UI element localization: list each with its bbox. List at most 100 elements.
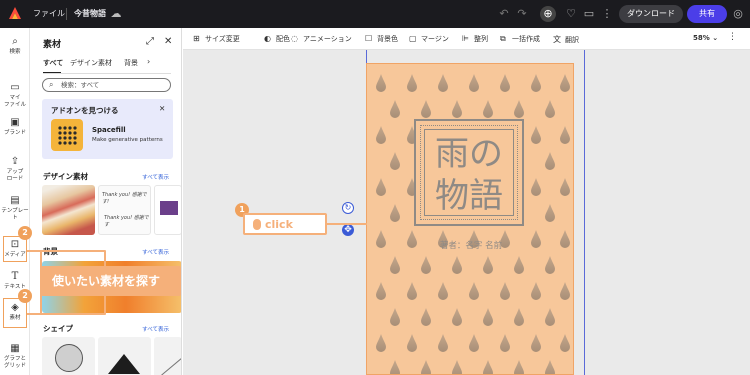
tabs-next-icon[interactable]: › (147, 57, 150, 66)
raindrop-icon (514, 100, 524, 118)
raindrop-icon (560, 282, 570, 300)
media-icon: ⊡ (10, 239, 20, 250)
document-page[interactable]: 雨の 物語 著者：名字 名前 (366, 63, 574, 375)
close-icon[interactable]: ✕ (164, 36, 172, 47)
design-thumb-2[interactable]: Thank you! 感謝です! Thank you! 感謝です (98, 185, 151, 235)
grid-icon: ▦ (10, 343, 20, 354)
raindrop-icon (469, 282, 479, 300)
raindrop-icon (438, 334, 448, 352)
adobe-express-logo-icon[interactable] (8, 6, 22, 20)
addon-close-icon[interactable]: ✕ (159, 104, 165, 113)
toolbar-animation[interactable]: ◌ アニメーション (291, 34, 352, 44)
author-line[interactable]: 著者：名字 名前 (367, 239, 573, 251)
shape-thumb-triangle[interactable] (98, 337, 151, 375)
tab-backgrounds[interactable]: 背景 (124, 58, 138, 68)
guide-line-right (584, 50, 585, 375)
toolbar-resize[interactable]: ⊞ サイズ変更 (193, 34, 240, 44)
share-button[interactable]: 共有 (687, 5, 727, 23)
rail-item-templates[interactable]: ▤ テンプレート (0, 195, 30, 222)
document-title[interactable]: 今昔物語 (74, 8, 106, 19)
panel-title: 素材 (43, 40, 62, 50)
title-frame: 雨の 物語 (414, 119, 524, 226)
toolbar-margin[interactable]: ▢ マージン (409, 34, 449, 44)
raindrop-icon (376, 126, 386, 144)
tabs-divider (43, 73, 171, 74)
raindrop-icon (421, 100, 431, 118)
move-handle-icon[interactable]: ✥ (342, 224, 354, 236)
rail-item-brand[interactable]: ▣ ブランド (0, 117, 30, 137)
rail-item-search[interactable]: ⌕ 検索 (0, 36, 30, 56)
raindrop-icon (390, 152, 400, 170)
raindrop-icon (438, 282, 448, 300)
line-shape-icon (161, 355, 181, 375)
zoom-level[interactable]: 58% ⌄ (693, 34, 718, 42)
design-thumb-1[interactable] (42, 185, 95, 235)
design-thumb-3[interactable] (154, 185, 181, 235)
shapes-icon: ◈ (11, 302, 19, 313)
download-button[interactable]: ダウンロード (619, 5, 683, 23)
user-avatar-icon[interactable]: ◎ (730, 6, 746, 22)
bulk-create-icon: ⧉ (500, 34, 506, 43)
rail-item-charts-grids[interactable]: ▦ グラフと グリッド (0, 336, 30, 370)
undo-icon[interactable]: ↶ (496, 6, 512, 22)
canvas-area: 雨の 物語 著者：名字 名前 ↻ ✥ 1 click (183, 50, 750, 375)
cloud-icon: ☁ (110, 7, 122, 20)
raindrop-icon (469, 74, 479, 92)
raindrop-icon (545, 256, 555, 274)
raindrop-icon (452, 100, 462, 118)
comment-icon[interactable]: ▭ (581, 6, 597, 22)
tab-design-elements[interactable]: デザイン素材 (70, 58, 112, 68)
brand-icon: ▣ (10, 117, 20, 128)
cover-title[interactable]: 雨の 物語 (426, 133, 512, 217)
zoom-chevron-icon: ⌄ (712, 34, 719, 42)
section-more-design[interactable]: すべて表示 (142, 173, 169, 181)
redo-icon[interactable]: ↷ (514, 6, 530, 22)
raindrop-icon (560, 178, 570, 196)
raindrop-icon (531, 74, 541, 92)
raindrop-icon (452, 360, 462, 374)
search-icon: ⌕ (49, 80, 54, 89)
toolbar-align[interactable]: ⊫ 整列 (462, 34, 488, 44)
rail-item-text[interactable]: T テキスト (0, 271, 30, 291)
raindrop-icon (407, 74, 417, 92)
file-menu[interactable]: ファイル (33, 8, 65, 19)
toolbar-bulk-create[interactable]: ⧉ 一括作成 (500, 34, 540, 44)
raindrop-icon (452, 256, 462, 274)
raindrop-icon (545, 204, 555, 222)
raindrop-icon (514, 256, 524, 274)
add-user-icon[interactable]: ⊕ (540, 6, 556, 22)
shape-thumb-circle[interactable] (42, 337, 95, 375)
shape-thumb-line[interactable] (154, 337, 181, 375)
raindrop-icon (390, 256, 400, 274)
rail-item-upload[interactable]: ⇪ アップ ロード (0, 149, 30, 183)
addon-description: Make generative patterns (92, 137, 163, 143)
raindrop-icon (376, 74, 386, 92)
raindrop-icon (545, 360, 555, 374)
toolbar-color-scheme[interactable]: ◐ 配色 (264, 34, 290, 44)
search-icon: ⌕ (12, 36, 18, 47)
mouse-icon (253, 219, 261, 230)
toolbar-background-color[interactable]: ☐ 背景色 (365, 34, 398, 44)
rail-item-my-files[interactable]: ▭ マイ ファイル (0, 75, 30, 109)
lightbulb-icon[interactable]: ♡ (563, 6, 579, 22)
more-icon[interactable]: ⋮ (599, 6, 615, 22)
raindrop-icon (407, 282, 417, 300)
search-input[interactable]: ⌕ 検索：すべて (42, 78, 171, 92)
raindrop-icon (407, 334, 417, 352)
rotate-handle-icon[interactable]: ↻ (342, 202, 354, 214)
margin-icon: ▢ (409, 34, 417, 43)
raindrop-icon (545, 308, 555, 326)
toolbar-translate[interactable]: 文翻訳 (553, 34, 579, 45)
addon-card[interactable]: アドオンを見つける ✕ Spacefill Make generative pa… (42, 99, 173, 159)
raindrop-icon (531, 282, 541, 300)
expand-icon[interactable]: ⤢ (146, 36, 154, 47)
section-title-design: デザイン素材 (43, 172, 88, 181)
step-badge-2b: 2 (18, 289, 32, 303)
bg-color-icon: ☐ (365, 34, 373, 43)
more-options-icon[interactable]: ⋮ (728, 32, 737, 42)
design-thumb-3-art (160, 201, 178, 215)
section-more-backgrounds[interactable]: すべて表示 (142, 248, 169, 256)
raindrop-icon (390, 308, 400, 326)
section-more-shapes[interactable]: すべて表示 (142, 325, 169, 333)
tab-all[interactable]: すべて (43, 58, 63, 68)
